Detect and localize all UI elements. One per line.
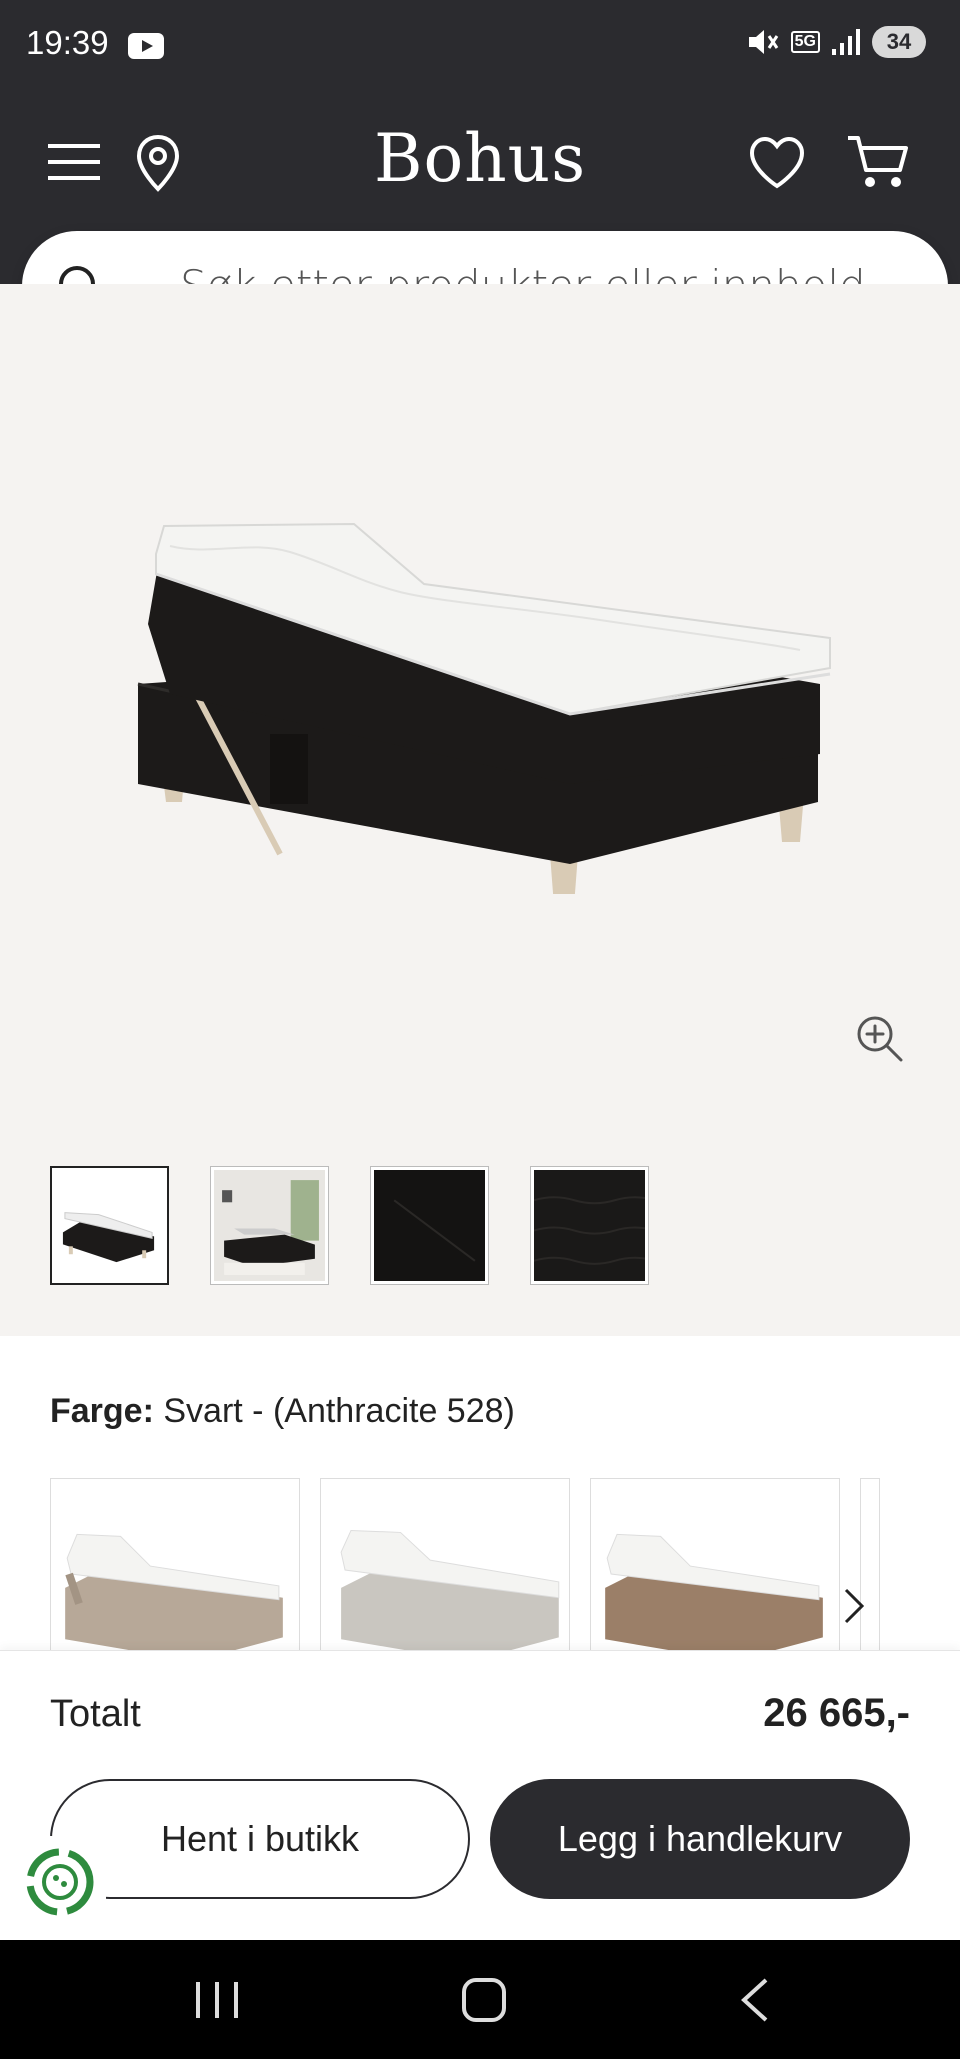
swatch-more[interactable]: [860, 1478, 880, 1668]
color-section: Farge: Svart - (Anthracite 528): [0, 1336, 960, 1668]
checkout-bar: Totalt 26 665,- Hent i butikk Legg i han…: [0, 1650, 960, 1940]
recent-apps-icon[interactable]: [192, 1976, 242, 2024]
color-swatches: [50, 1478, 880, 1668]
product-image[interactable]: [110, 454, 850, 894]
system-nav-bar: [0, 1940, 960, 2059]
product-gallery: [0, 284, 960, 1336]
total-price: 26 665,-: [763, 1691, 910, 1735]
swatch-light-grey[interactable]: [320, 1478, 570, 1668]
chevron-right-icon[interactable]: [836, 1586, 872, 1626]
status-icons: 5G 34: [745, 26, 926, 58]
thumbnail-bedroom[interactable]: [210, 1166, 329, 1285]
youtube-icon: [128, 33, 164, 59]
thumbnail-strip: [50, 1166, 649, 1285]
network-label: 5G: [790, 31, 820, 53]
status-time: 19:39: [26, 24, 109, 61]
thumbnail-bed[interactable]: [50, 1166, 169, 1285]
cart-icon[interactable]: [846, 132, 910, 192]
mute-icon: [748, 30, 778, 54]
back-icon[interactable]: [738, 1976, 772, 2024]
zoom-in-icon[interactable]: [855, 1014, 905, 1064]
heart-icon[interactable]: [748, 136, 806, 190]
signal-icon: [832, 29, 860, 55]
thumbnail-fabric[interactable]: [370, 1166, 489, 1285]
home-icon[interactable]: [462, 1978, 506, 2022]
swatch-brown[interactable]: [590, 1478, 840, 1668]
color-value: Svart - (Anthracite 528): [163, 1392, 515, 1430]
color-label-key: Farge:: [50, 1392, 154, 1430]
total-label: Totalt: [50, 1693, 141, 1735]
swatch-beige[interactable]: [50, 1478, 300, 1668]
eco-badge-icon[interactable]: [14, 1836, 106, 1928]
status-bar: 19:39 5G 34: [0, 0, 960, 84]
pickup-in-store-button[interactable]: Hent i butikk: [50, 1779, 470, 1899]
thumbnail-texture[interactable]: [530, 1166, 649, 1285]
color-label: Farge: Svart - (Anthracite 528): [50, 1392, 515, 1431]
brand-logo[interactable]: Bohus: [0, 120, 960, 197]
battery-indicator: 34: [872, 26, 926, 58]
add-to-cart-button[interactable]: Legg i handlekurv: [490, 1779, 910, 1899]
